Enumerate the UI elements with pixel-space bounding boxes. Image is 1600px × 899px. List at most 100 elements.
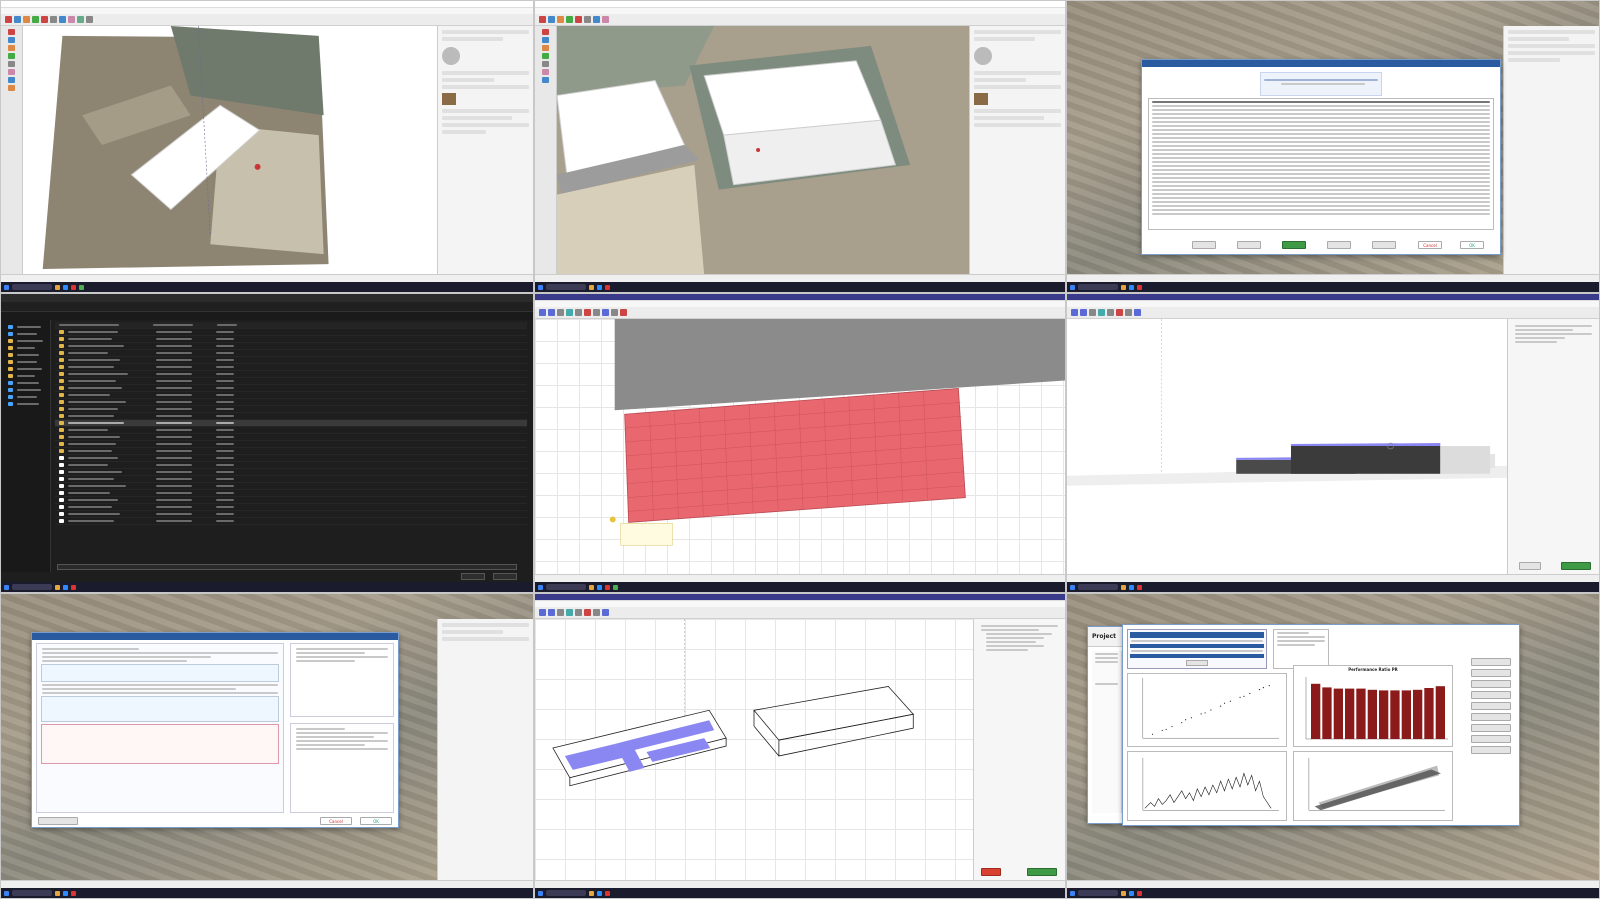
search-box[interactable] [1078,890,1118,896]
list-item[interactable] [55,441,527,448]
tool-icon[interactable] [1071,309,1078,316]
tool-icon[interactable] [8,29,15,35]
tool-icon[interactable] [542,61,549,67]
app-icon[interactable] [597,584,602,590]
add-button[interactable] [1282,241,1306,249]
file-list[interactable] [55,322,527,570]
scene-3d-view[interactable] [535,619,973,880]
tool-icon[interactable] [8,85,15,91]
list-item[interactable] [55,497,527,504]
app-icon[interactable] [63,890,68,896]
app-icon[interactable] [1121,584,1126,590]
app-icon[interactable] [613,584,618,590]
tool-icon[interactable] [566,609,573,616]
tool-icon[interactable] [8,61,15,67]
material-swatch[interactable] [442,93,456,105]
tool-icon[interactable] [584,309,591,316]
tool-icon[interactable] [620,309,627,316]
tool-icon[interactable] [1107,309,1114,316]
dialog-button[interactable] [1372,241,1396,249]
side-button[interactable] [1471,724,1511,732]
item-list[interactable] [1148,98,1494,230]
app-icon[interactable] [605,584,610,590]
tool-icon[interactable] [593,609,600,616]
tool-icon[interactable] [575,609,582,616]
tool-icon[interactable] [542,37,549,43]
tool-icon[interactable] [1134,309,1141,316]
scene-3d-view[interactable] [535,319,1065,574]
material-swatch[interactable] [974,93,988,105]
tool-icon[interactable] [557,309,564,316]
search-box[interactable] [12,284,52,290]
navigation-pane[interactable] [1,320,51,572]
tool-icon[interactable] [542,45,549,51]
tool-icon[interactable] [1080,309,1087,316]
viewport-3d[interactable] [23,26,437,274]
cancel-button[interactable]: Cancel [1418,241,1442,249]
app-icon[interactable] [1129,584,1134,590]
ok-button[interactable]: OK [1460,241,1484,249]
start-icon[interactable] [4,584,9,590]
list-item[interactable] [55,413,527,420]
tool-icon[interactable] [8,45,15,51]
confirm-button[interactable] [1027,868,1057,876]
side-button[interactable] [1471,691,1511,699]
list-item[interactable] [55,406,527,413]
tool-icon[interactable] [86,16,93,23]
close-button[interactable] [981,868,1001,876]
tool-icon[interactable] [50,16,57,23]
app-icon[interactable] [1137,890,1142,896]
list-item[interactable] [55,455,527,462]
viewport-3d[interactable] [557,26,969,274]
list-item[interactable] [55,385,527,392]
list-item[interactable] [55,462,527,469]
side-button[interactable] [1471,746,1511,754]
tool-icon[interactable] [611,309,618,316]
start-icon[interactable] [538,284,543,290]
search-box[interactable] [546,890,586,896]
tool-icon[interactable] [539,16,546,23]
tool-icon[interactable] [8,37,15,43]
app-icon[interactable] [71,890,76,896]
confirm-button[interactable] [1561,562,1591,570]
app-icon[interactable] [1121,284,1126,290]
list-item[interactable] [55,427,527,434]
search-box[interactable] [1078,284,1118,290]
tool-icon[interactable] [542,69,549,75]
list-item[interactable] [55,490,527,497]
app-icon[interactable] [79,284,84,290]
system-summary-button[interactable] [38,817,78,825]
tool-icon[interactable] [68,16,75,23]
explorer-address-bar[interactable] [1,302,533,312]
list-item[interactable] [55,469,527,476]
tool-icon[interactable] [77,16,84,23]
dialog-button[interactable] [1327,241,1351,249]
tool-icon[interactable] [575,309,582,316]
app-icon[interactable] [63,284,68,290]
tool-icon[interactable] [566,309,573,316]
tool-icon[interactable] [539,309,546,316]
tool-icon[interactable] [593,16,600,23]
tool-icon[interactable] [566,16,573,23]
app-icon[interactable] [1129,284,1134,290]
tool-icon[interactable] [1098,309,1105,316]
side-button[interactable] [1471,680,1511,688]
tool-icon[interactable] [584,609,591,616]
app-icon[interactable] [1129,890,1134,896]
tool-icon[interactable] [602,609,609,616]
tool-icon[interactable] [548,16,555,23]
tool-icon[interactable] [557,16,564,23]
sub-arrays-list[interactable] [290,643,394,717]
list-item[interactable] [55,399,527,406]
list-item[interactable] [55,371,527,378]
tool-icon[interactable] [539,609,546,616]
list-item[interactable] [55,448,527,455]
app-icon[interactable] [63,584,68,590]
app-icon[interactable] [605,890,610,896]
abort-button[interactable] [1186,660,1208,666]
close-button[interactable] [1519,562,1541,570]
list-item[interactable] [55,343,527,350]
side-button[interactable] [1471,702,1511,710]
start-icon[interactable] [1070,890,1075,896]
start-icon[interactable] [1070,584,1075,590]
